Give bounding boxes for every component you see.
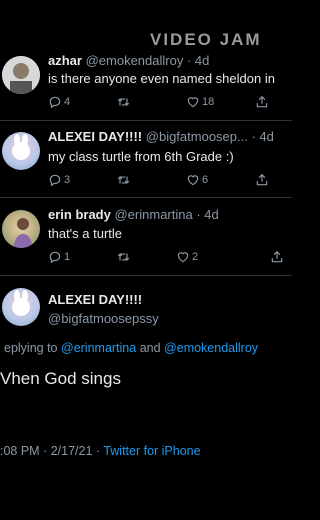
mention-emokendallroy[interactable]: @emokendallroy (164, 341, 258, 355)
retweet-button[interactable] (116, 95, 131, 109)
tweet-text: is there anyone even named sheldon in (48, 71, 275, 86)
share-button[interactable] (255, 173, 269, 187)
like-count: 18 (202, 96, 215, 108)
tweet-time: · 4d (186, 53, 210, 68)
avatar[interactable] (2, 210, 40, 248)
reply-icon (49, 174, 61, 187)
share-icon (256, 95, 268, 108)
retweet-icon (117, 176, 130, 184)
like-button[interactable]: 6 (186, 173, 208, 187)
reply-icon (49, 96, 61, 109)
like-button[interactable]: 2 (176, 250, 198, 264)
user-handle[interactable]: @emokendallroy (86, 53, 184, 68)
video-watermark: VIDEO JAM (150, 30, 262, 49)
user-handle[interactable]: @bigfatmoosepssy (48, 311, 159, 326)
user-handle[interactable]: @erinmartina (114, 207, 192, 222)
like-icon (187, 175, 199, 186)
share-icon (271, 250, 283, 263)
replying-to: eplying to @erinmartina and @emokendallr… (4, 341, 258, 355)
tweet-header: erin brady @erinmartina · 4d (48, 207, 219, 222)
retweet-button[interactable] (116, 250, 131, 264)
tweet-time: · 4d (251, 129, 274, 144)
reply-button[interactable]: 4 (48, 95, 70, 109)
user-handle[interactable]: @bigfatmoosep... (146, 129, 248, 144)
like-icon (187, 97, 199, 108)
display-name[interactable]: ALEXEI DAY!!!! (48, 292, 142, 307)
retweet-icon (117, 98, 130, 106)
tweet-header: ALEXEI DAY!!!! @bigfatmoosep... · 4d (48, 129, 274, 144)
reply-count: 4 (64, 96, 71, 108)
mention-erinmartina[interactable]: @erinmartina (61, 341, 136, 355)
display-name[interactable]: ALEXEI DAY!!!! (48, 129, 142, 144)
user-handle-text: @bigfatmoosepssy (48, 311, 159, 326)
share-button[interactable] (270, 250, 284, 264)
divider (0, 120, 292, 121)
replying-and: and (139, 341, 161, 355)
avatar[interactable] (2, 132, 40, 170)
avatar[interactable] (2, 56, 40, 94)
reply-button[interactable]: 3 (48, 173, 70, 187)
tweet-header: azhar @emokendallroy · 4d (48, 53, 209, 68)
reply-count: 3 (64, 174, 71, 186)
reply-count: 1 (64, 251, 71, 263)
display-name-text: ALEXEI DAY!!!! (48, 292, 143, 307)
tweet-text: that's a turtle (48, 226, 123, 241)
reply-button[interactable]: 1 (48, 250, 70, 264)
tweet-meta: :08 PM · 2/17/21 · Twitter for iPhone (0, 444, 201, 458)
display-name[interactable]: azhar (48, 53, 82, 68)
display-name[interactable]: erin brady (48, 207, 111, 222)
tweet-text: my class turtle from 6th Grade :) (48, 149, 234, 164)
like-button[interactable]: 18 (186, 95, 214, 109)
tweet-timestamp[interactable]: :08 PM · 2/17/21 · (0, 444, 100, 458)
like-count: 2 (192, 251, 199, 263)
like-count: 6 (202, 174, 209, 186)
divider (0, 197, 292, 198)
retweet-button[interactable] (116, 173, 131, 187)
retweet-icon (117, 253, 130, 261)
share-button[interactable] (255, 95, 269, 109)
like-icon (177, 252, 189, 263)
replying-prefix: eplying to (4, 341, 58, 355)
tweet-source-app[interactable]: Twitter for iPhone (103, 444, 200, 458)
tweet-time: · 4d (196, 207, 219, 222)
reply-icon (49, 251, 61, 264)
main-tweet-text: Vhen God sings (0, 369, 121, 388)
avatar[interactable] (2, 288, 40, 326)
share-icon (256, 173, 268, 186)
divider (0, 275, 292, 276)
